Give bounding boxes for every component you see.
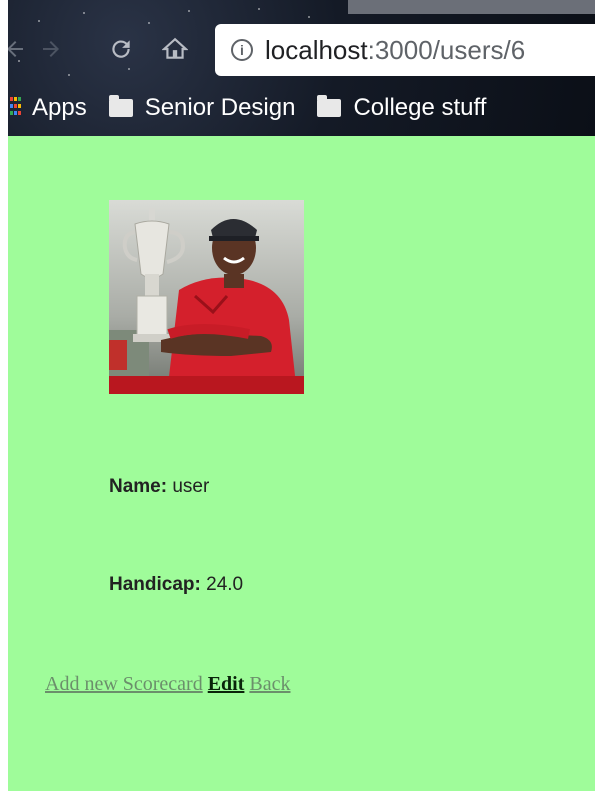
handicap-label: Handicap: bbox=[109, 574, 201, 595]
edit-link[interactable]: Edit bbox=[208, 673, 245, 695]
address-bar[interactable]: i localhost:3000/users/6 bbox=[215, 24, 595, 76]
home-icon[interactable] bbox=[158, 32, 192, 66]
handicap-value: 24.0 bbox=[206, 574, 244, 595]
folder-icon bbox=[108, 95, 133, 117]
forward-arrow-icon[interactable] bbox=[34, 32, 68, 66]
back-link[interactable]: Back bbox=[249, 673, 290, 695]
bookmarks-bar: Apps Senior Design College stuff bbox=[8, 86, 595, 130]
name-label: Name: bbox=[109, 476, 168, 497]
url-path: :3000/users/6 bbox=[367, 34, 526, 65]
folder-icon bbox=[317, 95, 342, 117]
bookmark-senior-design[interactable]: Senior Design bbox=[108, 94, 296, 122]
page-content: Name: user Handicap: 24.0 Add new Scorec… bbox=[8, 136, 595, 791]
browser-chrome: i localhost:3000/users/6 Apps Senior Des… bbox=[8, 0, 595, 136]
bookmark-label: College stuff bbox=[353, 94, 487, 121]
bookmark-apps[interactable]: Apps bbox=[8, 94, 87, 122]
add-scorecard-link[interactable]: Add new Scorecard bbox=[45, 673, 203, 695]
apps-grid-icon bbox=[10, 97, 22, 119]
tab-strip-edge bbox=[348, 0, 595, 14]
reload-icon[interactable] bbox=[104, 32, 138, 66]
site-info-icon[interactable]: i bbox=[231, 39, 253, 61]
name-value: user bbox=[172, 476, 210, 497]
url-text[interactable]: localhost:3000/users/6 bbox=[265, 35, 525, 66]
url-host: localhost bbox=[265, 34, 368, 65]
back-arrow-icon[interactable] bbox=[8, 32, 32, 66]
bookmark-label: Apps bbox=[32, 94, 87, 121]
user-name-row: Name: user bbox=[109, 476, 209, 498]
action-links: Add new Scorecard Edit Back bbox=[45, 673, 291, 696]
browser-window: i localhost:3000/users/6 Apps Senior Des… bbox=[8, 0, 595, 791]
user-avatar bbox=[109, 200, 304, 394]
bookmark-college-stuff[interactable]: College stuff bbox=[317, 94, 486, 122]
user-handicap-row: Handicap: 24.0 bbox=[109, 574, 243, 596]
bookmark-label: Senior Design bbox=[144, 94, 296, 121]
